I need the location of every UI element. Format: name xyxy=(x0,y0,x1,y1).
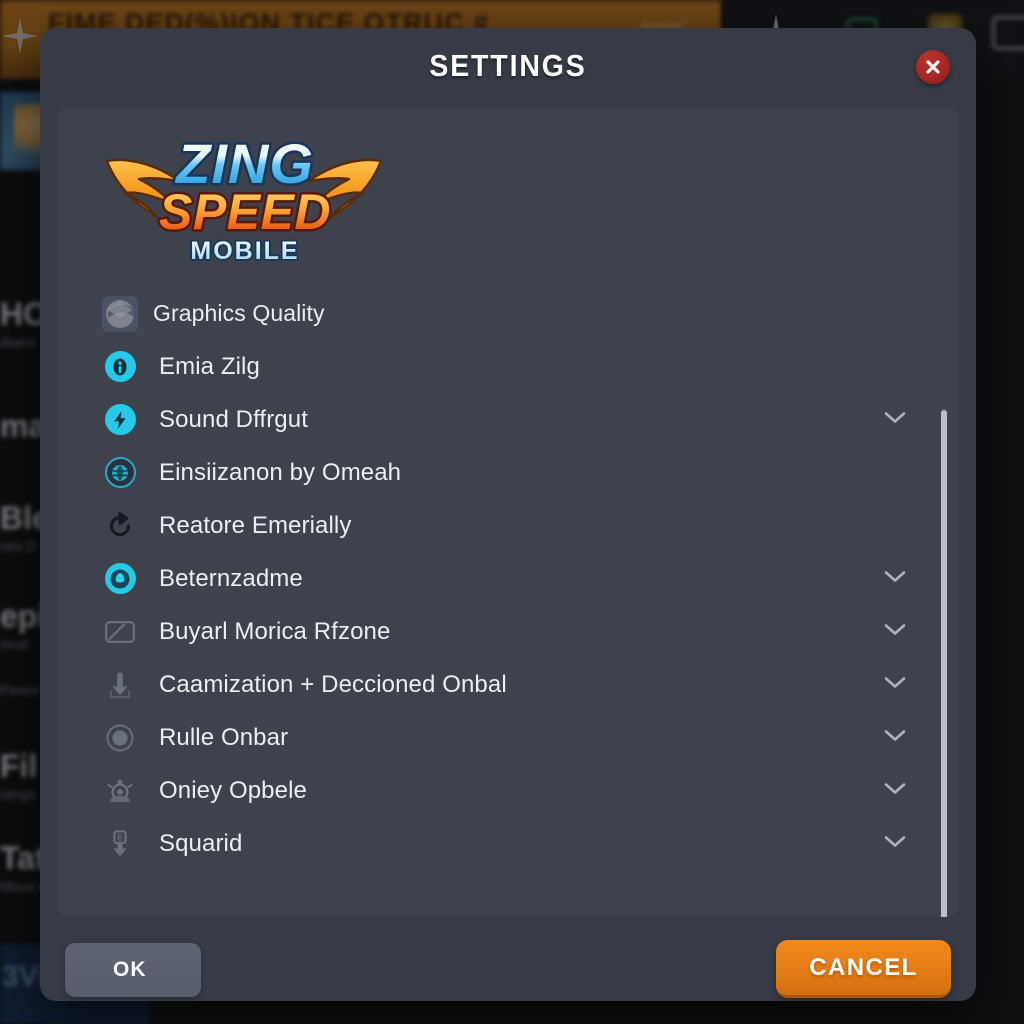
lightning-bolt-icon xyxy=(104,404,136,435)
chevron-down-icon[interactable] xyxy=(883,622,907,641)
settings-row-label: Graphics Quality xyxy=(153,300,325,326)
page-title: SETTINGS xyxy=(429,48,587,83)
settings-row-restore[interactable]: Reatore Emerially xyxy=(57,499,959,552)
info-circle-icon xyxy=(104,351,136,382)
screen-rectangle-icon xyxy=(104,616,136,648)
settings-row-label: Buyarl Morica Rfzone xyxy=(159,617,391,645)
settings-row-sound[interactable]: Sound Dffrgut xyxy=(57,393,959,446)
refresh-circle-arrow-icon xyxy=(104,510,136,542)
chevron-down-icon[interactable] xyxy=(883,675,907,694)
row-icon-slot xyxy=(97,722,143,754)
settings-row-beternzadme[interactable]: Beternzadme xyxy=(57,552,959,605)
download-arrow-icon xyxy=(104,669,136,701)
settings-dialog: SETTINGS ZING SPEED MOBILE Graphics Qual… xyxy=(40,28,976,1001)
row-icon-slot xyxy=(97,295,143,332)
chevron-down-icon[interactable] xyxy=(883,410,907,429)
settings-row-label: Squarid xyxy=(159,829,243,857)
settings-row-oniey-opbele[interactable]: Oniey Opbele xyxy=(57,764,959,817)
row-icon-slot xyxy=(97,563,143,594)
row-icon-slot xyxy=(97,404,143,435)
settings-row-label: Oniey Opbele xyxy=(159,776,307,804)
chevron-down-icon[interactable] xyxy=(883,569,907,588)
zing-speed-mobile-logo: ZING SPEED MOBILE xyxy=(99,119,389,279)
row-icon-slot xyxy=(97,669,143,701)
settings-scrollbar-thumb[interactable] xyxy=(941,410,947,917)
settings-row-localization[interactable]: Einsiizanon by Omeah xyxy=(57,446,959,499)
settings-row-squarid[interactable]: E Squarid xyxy=(57,817,959,870)
settings-row-rulle-onbar[interactable]: Rulle Onbar xyxy=(57,711,959,764)
row-icon-slot: E xyxy=(97,828,143,860)
row-icon-slot xyxy=(97,616,143,648)
settings-row-graphics-quality[interactable]: Graphics Quality xyxy=(57,287,959,340)
settings-row-label: Sound Dffrgut xyxy=(159,405,308,433)
row-icon-slot xyxy=(97,351,143,382)
svg-text:E: E xyxy=(117,833,123,842)
row-icon-slot xyxy=(97,775,143,807)
settings-content-card: ZING SPEED MOBILE Graphics Quality Emia … xyxy=(57,107,959,917)
chevron-down-icon[interactable] xyxy=(883,834,907,853)
row-icon-slot xyxy=(97,510,143,542)
dialog-header: SETTINGS xyxy=(40,28,976,107)
cancel-button[interactable]: CANCEL xyxy=(776,940,951,998)
settings-scrollbar-track[interactable] xyxy=(941,407,947,917)
settings-row-label: Emia Zilg xyxy=(159,352,260,380)
record-circle-icon xyxy=(104,722,136,754)
chevron-down-icon[interactable] xyxy=(883,728,907,747)
settings-list: Graphics Quality Emia Zilg Sound Dffrgut… xyxy=(57,287,959,917)
dialog-footer: OK CANCEL xyxy=(40,917,976,1001)
globe-circle-icon xyxy=(104,457,136,488)
chevron-down-icon[interactable] xyxy=(883,781,907,800)
settings-row-emia-zilg[interactable]: Emia Zilg xyxy=(57,340,959,393)
settings-row-label: Caamization + Deccioned Onbal xyxy=(159,670,507,698)
download-box-arrow-icon: E xyxy=(104,828,136,860)
shield-circle-icon xyxy=(104,563,136,594)
ok-button[interactable]: OK xyxy=(65,943,201,997)
gear-support-icon xyxy=(104,775,136,807)
graphics-quality-icon xyxy=(102,295,138,332)
settings-row-label: Einsiizanon by Omeah xyxy=(159,458,402,486)
settings-row-label: Reatore Emerially xyxy=(159,511,352,539)
settings-row-label: Beternzadme xyxy=(159,564,303,592)
logo-mobile-text: MOBILE xyxy=(190,237,299,265)
settings-row-screen[interactable]: Buyarl Morica Rfzone xyxy=(57,605,959,658)
logo-speed-text: SPEED xyxy=(159,184,331,240)
row-icon-slot xyxy=(97,457,143,488)
settings-row-label: Rulle Onbar xyxy=(159,723,289,751)
settings-row-customization[interactable]: Caamization + Deccioned Onbal xyxy=(57,658,959,711)
close-icon[interactable] xyxy=(916,50,950,84)
